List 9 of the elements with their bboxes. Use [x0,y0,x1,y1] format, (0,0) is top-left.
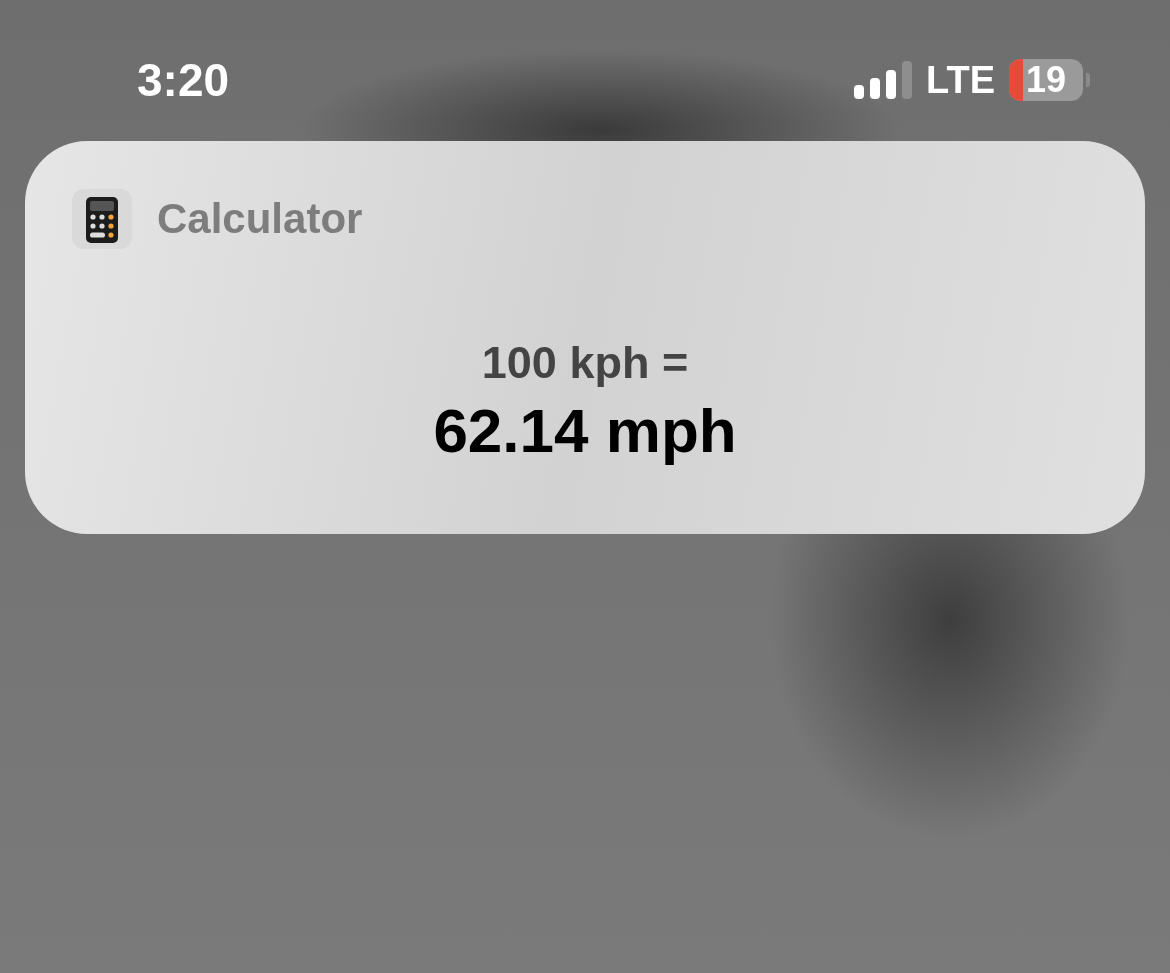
app-name: Calculator [157,195,363,243]
notification-card[interactable]: Calculator 100 kph = 62.14 mph [25,141,1145,534]
conversion-query: 100 kph = [481,337,689,389]
network-label: LTE [926,58,995,102]
status-time: 3:20 [137,53,230,107]
conversion-result: 62.14 mph [433,395,737,466]
battery-reading: 19 [1025,59,1066,101]
calculator-icon [72,189,132,249]
signal-icon [854,61,913,99]
